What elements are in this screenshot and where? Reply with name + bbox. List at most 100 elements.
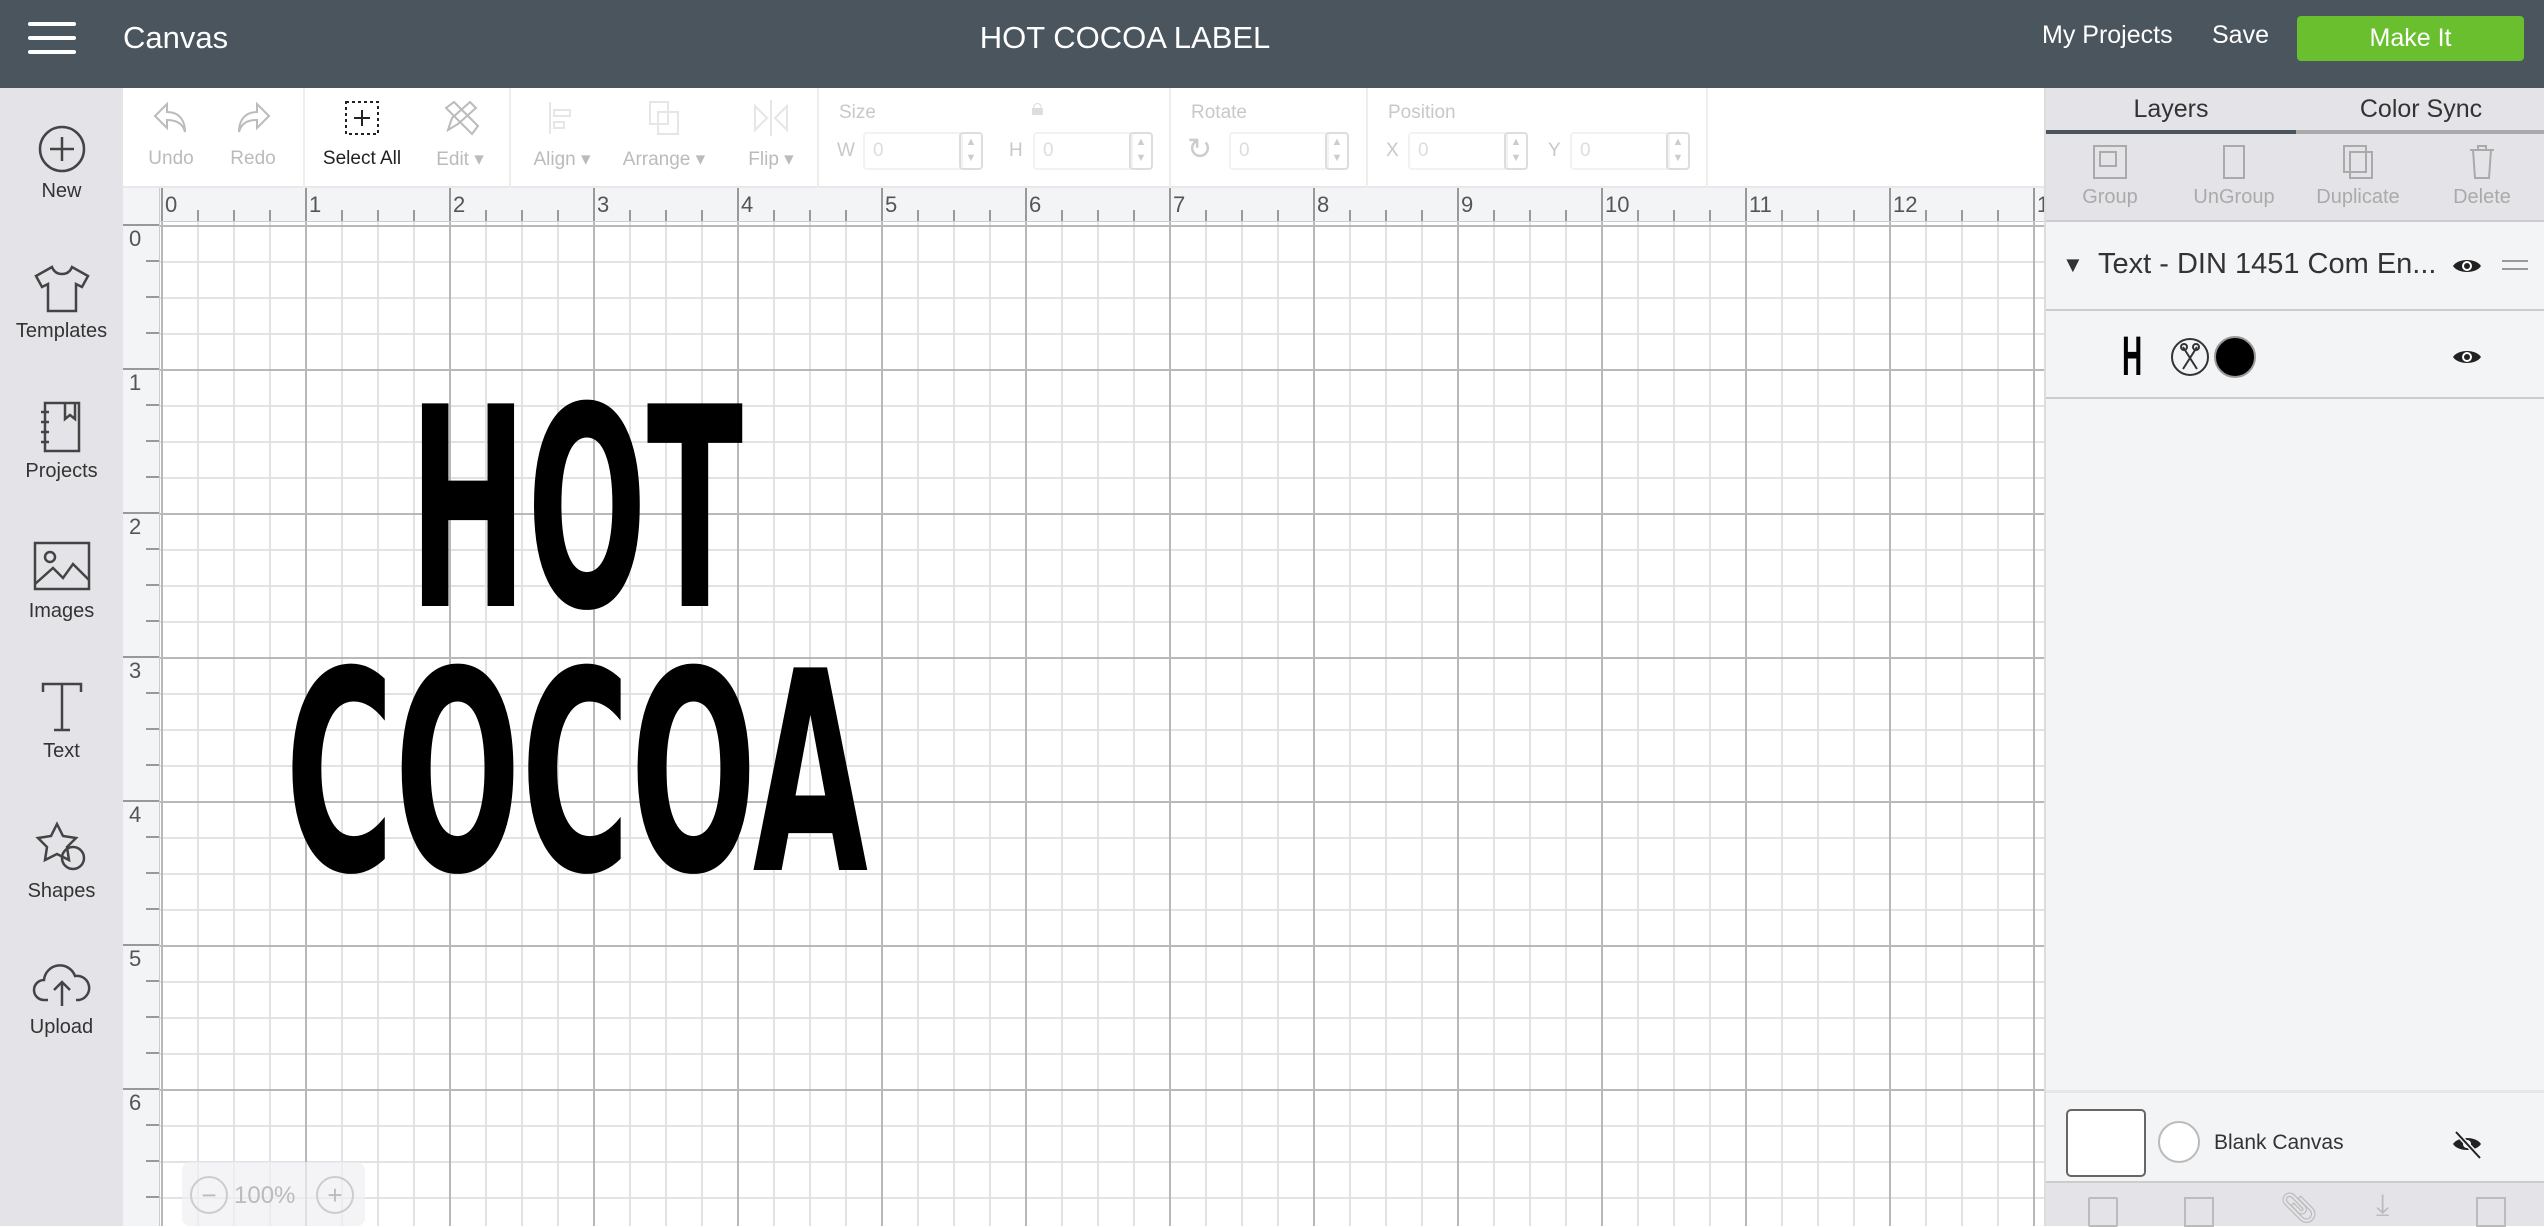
eye-icon[interactable] xyxy=(2452,347,2482,367)
sidebar-item-upload[interactable]: Upload xyxy=(0,960,123,1039)
group-button[interactable]: Group xyxy=(2050,142,2170,209)
sidebar-item-label: New xyxy=(41,180,82,202)
tshirt-icon xyxy=(33,265,90,313)
y-stepper[interactable]: ▲ ▼ xyxy=(1666,132,1690,170)
ruler-label: 10 xyxy=(1605,192,1630,217)
layers-panel: Layers Color Sync Group UnGroup Duplicat… xyxy=(2044,88,2544,1227)
save-button[interactable]: Save xyxy=(2212,21,2269,50)
y-input[interactable]: 0 xyxy=(1570,132,1670,170)
drag-handle-icon[interactable] xyxy=(2502,260,2528,270)
height-input[interactable]: 0 xyxy=(1033,132,1133,170)
sidebar-item-templates[interactable]: Templates xyxy=(0,264,123,343)
height-stepper[interactable]: ▲ ▼ xyxy=(1129,132,1153,170)
x-stepper[interactable]: ▲ ▼ xyxy=(1504,132,1528,170)
contour-icon[interactable] xyxy=(2476,1197,2506,1227)
sidebar-item-label: Text xyxy=(43,740,80,762)
eye-hidden-icon[interactable] xyxy=(2452,1129,2482,1159)
history-group: Undo Redo xyxy=(123,88,305,188)
shapes-icon xyxy=(34,821,85,871)
width-input[interactable]: 0 xyxy=(863,132,963,170)
zoom-in-button[interactable]: + xyxy=(316,1176,354,1214)
layer-actions: Group UnGroup Duplicate Delete xyxy=(2046,134,2544,222)
x-label: X xyxy=(1386,140,1399,161)
position-group: Position X 0 ▲ ▼ Y 0 ▲ ▼ xyxy=(1368,88,1708,188)
ruler-label: 4 xyxy=(129,802,142,827)
sidebar-item-shapes[interactable]: Shapes xyxy=(0,820,123,903)
size-group: Size 🔒︎ W 0 ▲ ▼ H 0 ▲ ▼ xyxy=(819,88,1171,188)
bottom-actions: 📎︎ ⤓ xyxy=(2046,1183,2544,1227)
sidebar-item-label: Shapes xyxy=(27,880,96,902)
ruler-label: 6 xyxy=(1029,192,1042,217)
notebook-icon xyxy=(40,401,80,453)
ruler-label: 12 xyxy=(1893,192,1918,217)
redo-icon xyxy=(238,101,271,133)
y-label: Y xyxy=(1548,140,1561,161)
ruler-label: 8 xyxy=(1317,192,1330,217)
undo-button[interactable]: Undo xyxy=(141,98,201,170)
edit-label: Edit xyxy=(436,149,469,170)
canvas-color-swatch[interactable] xyxy=(2158,1121,2200,1163)
blank-canvas-row[interactable]: Blank Canvas xyxy=(2046,1090,2544,1183)
zoom-out-button[interactable]: − xyxy=(190,1176,228,1214)
redo-button[interactable]: Redo xyxy=(223,98,283,170)
flip-dropdown[interactable]: Flip ▾ xyxy=(731,98,811,171)
design-text-layer[interactable]: HOT COCOA xyxy=(160,222,2044,1226)
weld-icon[interactable] xyxy=(2184,1197,2214,1227)
redo-label: Redo xyxy=(230,148,276,169)
horizontal-ruler: 01234567891011121 xyxy=(160,188,2044,222)
sidebar-item-text[interactable]: Text xyxy=(0,680,123,763)
canvas-thumbnail[interactable] xyxy=(2066,1109,2146,1177)
lock-icon[interactable]: 🔒︎ xyxy=(1031,94,1044,122)
layer-row[interactable]: H xyxy=(2046,311,2544,399)
select-all-icon xyxy=(345,101,379,135)
sidebar-item-new[interactable]: New xyxy=(0,124,123,203)
ungroup-icon xyxy=(2223,145,2245,179)
ruler-label: 1 xyxy=(129,370,142,395)
align-dropdown[interactable]: Align ▾ xyxy=(519,98,605,171)
ruler-label: 11 xyxy=(1749,192,1772,217)
cut-scissors-icon[interactable] xyxy=(2170,337,2210,377)
arrange-label: Arrange xyxy=(622,149,691,170)
undo-icon xyxy=(153,101,186,133)
align-icon xyxy=(549,102,571,134)
edit-dropdown[interactable]: Edit ▾ xyxy=(420,98,500,171)
ruler-label: 4 xyxy=(741,192,754,217)
rotate-stepper[interactable]: ▲ ▼ xyxy=(1325,132,1349,170)
delete-button[interactable]: Delete xyxy=(2422,142,2542,209)
layer-group-row[interactable]: ▼ Text - DIN 1451 Com En... xyxy=(2046,222,2544,311)
ruler-label: 9 xyxy=(1461,192,1474,217)
rotate-input[interactable]: 0 xyxy=(1229,132,1329,170)
sidebar: New Templates Projects Images Text Shape… xyxy=(0,88,123,1226)
select-all-label: Select All xyxy=(322,148,402,169)
layer-color-swatch[interactable] xyxy=(2214,336,2256,378)
toolbar: Undo Redo Select All Edit ▾ Align ▾ Arra… xyxy=(123,88,2044,188)
width-stepper[interactable]: ▲ ▼ xyxy=(959,132,983,170)
flatten-icon[interactable]: ⤓ xyxy=(2376,1189,2389,1223)
width-label: W xyxy=(837,140,855,161)
x-input[interactable]: 0 xyxy=(1408,132,1508,170)
canvas-grid[interactable]: HOT COCOA xyxy=(160,222,2044,1226)
my-projects-link[interactable]: My Projects xyxy=(2042,21,2173,50)
collapse-triangle-icon[interactable]: ▼ xyxy=(2062,252,2084,278)
eye-icon[interactable] xyxy=(2452,256,2482,276)
sidebar-item-label: Templates xyxy=(15,320,108,342)
sidebar-item-images[interactable]: Images xyxy=(0,540,123,623)
sidebar-item-projects[interactable]: Projects xyxy=(0,400,123,483)
height-label: H xyxy=(1009,140,1023,161)
arrange-icon xyxy=(649,101,679,135)
tab-layers[interactable]: Layers xyxy=(2046,88,2296,130)
slice-icon[interactable] xyxy=(2088,1197,2118,1227)
text-cocoa[interactable]: COCOA xyxy=(285,612,869,936)
ruler-label: 0 xyxy=(165,192,178,217)
delete-label: Delete xyxy=(2453,186,2511,208)
ungroup-button[interactable]: UnGroup xyxy=(2174,142,2294,209)
arrange-dropdown[interactable]: Arrange ▾ xyxy=(609,98,719,171)
duplicate-button[interactable]: Duplicate xyxy=(2298,142,2418,209)
tab-color-sync[interactable]: Color Sync xyxy=(2296,88,2544,130)
document-title: HOT COCOA LABEL xyxy=(979,20,1271,55)
select-all-button[interactable]: Select All xyxy=(317,98,407,170)
sidebar-item-label: Projects xyxy=(25,460,98,482)
ruler-label: 1 xyxy=(309,192,322,217)
make-it-button[interactable]: Make It xyxy=(2297,16,2524,61)
attach-icon[interactable]: 📎︎ xyxy=(2280,1191,2318,1226)
